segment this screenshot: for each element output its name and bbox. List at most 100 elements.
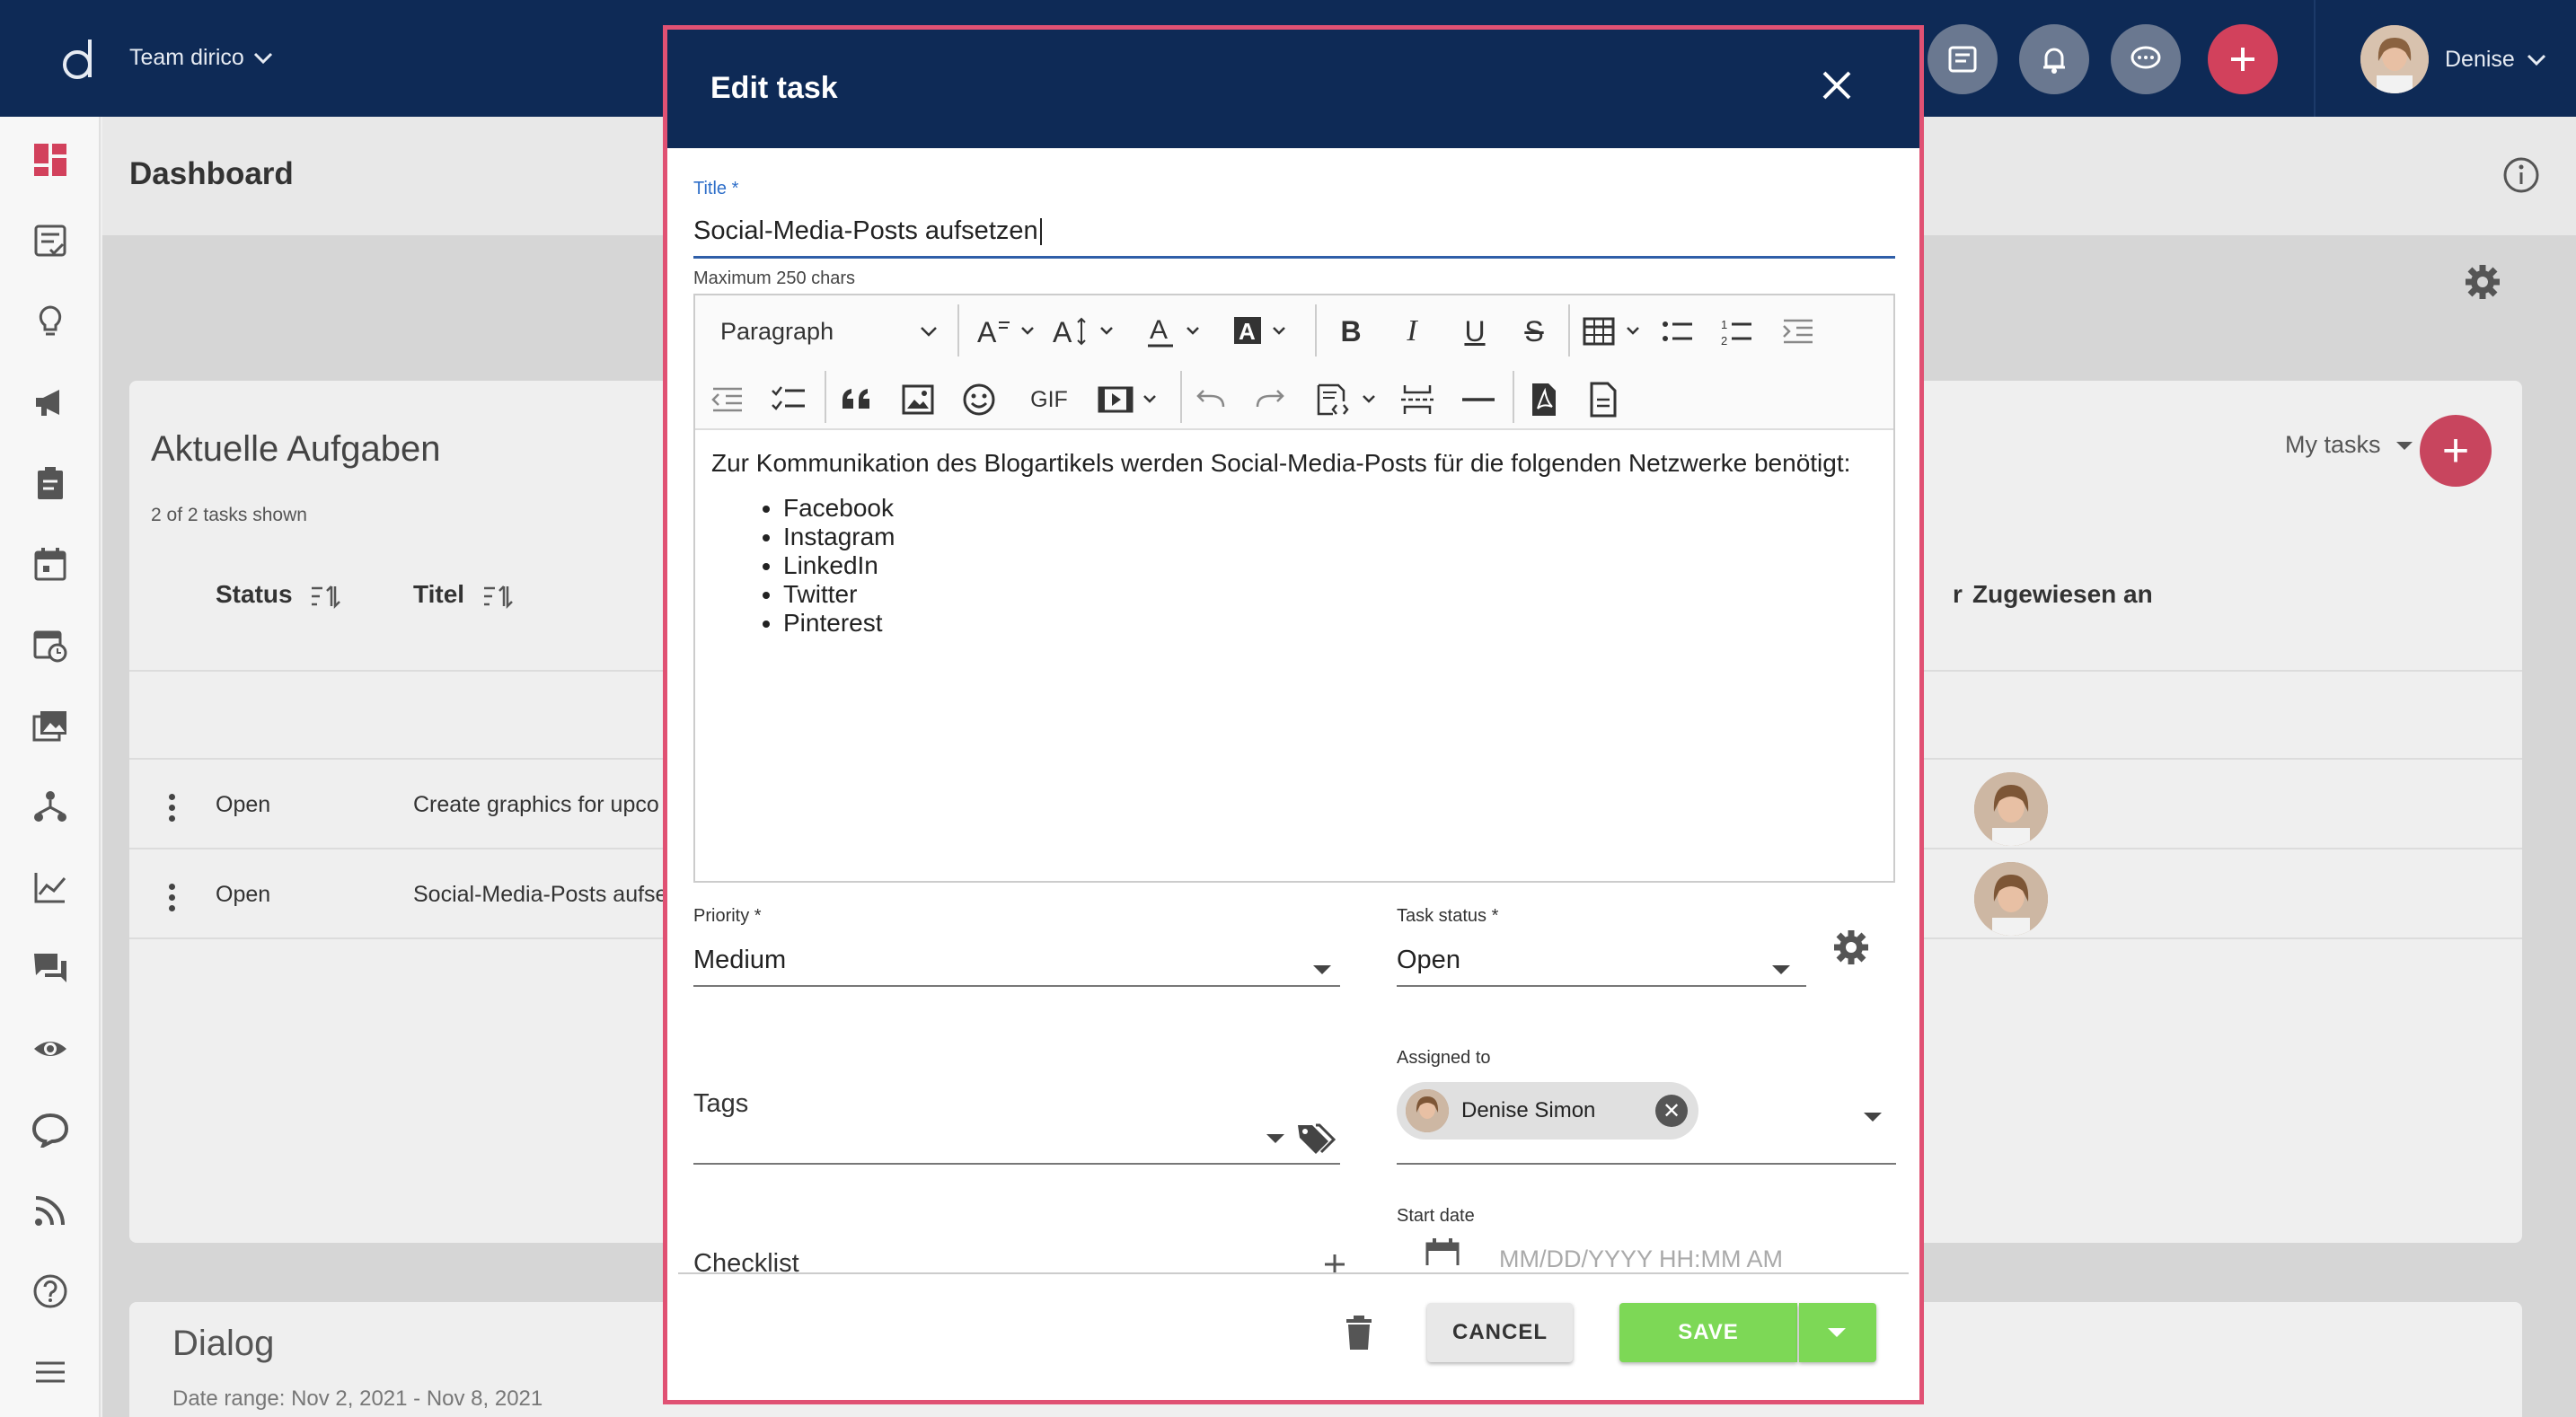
- task-filter-dropdown[interactable]: My tasks: [2285, 431, 2413, 459]
- column-header-assigned[interactable]: Zugewiesen an: [1972, 580, 2153, 609]
- table-button[interactable]: [1579, 312, 1651, 351]
- info-icon[interactable]: [2502, 156, 2540, 194]
- add-task-button[interactable]: +: [2420, 415, 2492, 487]
- row-menu-icon[interactable]: [169, 884, 176, 916]
- sidebar-item-dashboard[interactable]: [29, 138, 72, 181]
- outdent-icon[interactable]: [708, 380, 747, 419]
- title-input[interactable]: Social-Media-Posts aufsetzen: [693, 216, 1042, 246]
- dialog-header: Edit task: [667, 30, 1919, 148]
- emoji-icon[interactable]: [959, 380, 999, 419]
- sidebar-item-comments[interactable]: [29, 946, 72, 990]
- user-menu[interactable]: Denise: [2445, 47, 2546, 73]
- user-avatar[interactable]: [2360, 25, 2429, 93]
- priority-underline: [693, 985, 1340, 987]
- font-color-button[interactable]: A: [1144, 312, 1211, 351]
- font-family-button[interactable]: A: [974, 312, 1040, 351]
- task-status-select[interactable]: Open: [1397, 937, 1806, 990]
- row-status: Open: [216, 882, 271, 907]
- sidebar-item-campaigns[interactable]: [29, 381, 72, 424]
- caret-down-icon[interactable]: [1864, 1113, 1882, 1122]
- eye-icon: [34, 1042, 66, 1056]
- bulleted-list-icon[interactable]: [1658, 312, 1698, 351]
- dashboard-icon: [34, 144, 66, 176]
- sidebar-item-monitoring[interactable]: [29, 1027, 72, 1070]
- sidebar-item-media[interactable]: [29, 704, 72, 747]
- sidebar-item-schedule[interactable]: [29, 623, 72, 666]
- redo-glyph: [1256, 390, 1284, 408]
- numbered-list-icon[interactable]: 12: [1717, 312, 1757, 351]
- paragraph-format-select[interactable]: Paragraph: [702, 312, 943, 351]
- image-glyph: [902, 384, 934, 415]
- chat-button[interactable]: [2111, 24, 2181, 94]
- toolbar-separator: [957, 304, 959, 356]
- media-embed-button[interactable]: [1096, 380, 1168, 419]
- sidebar-item-ideas[interactable]: [29, 300, 72, 343]
- source-editing-button[interactable]: [1313, 380, 1385, 419]
- sidebar-item-social[interactable]: [29, 1108, 72, 1151]
- dirico-logo[interactable]: [56, 34, 106, 84]
- priority-select[interactable]: Medium: [693, 937, 1340, 990]
- gear-icon[interactable]: [2463, 262, 2502, 302]
- team-name: Team dirico: [129, 45, 244, 70]
- editor-paragraph: Zur Kommunikation des Blogartikels werde…: [711, 449, 1851, 477]
- assigned-underline: [1397, 1163, 1896, 1165]
- sidebar-item-tasks[interactable]: [29, 219, 72, 262]
- sidebar-item-clipboard[interactable]: [29, 462, 72, 505]
- sidebar-menu-toggle[interactable]: [29, 1351, 72, 1394]
- create-button[interactable]: [2208, 24, 2278, 94]
- svg-text:A: A: [977, 316, 997, 348]
- team-selector[interactable]: Team dirico: [129, 45, 273, 71]
- chevron-down-icon: [921, 327, 937, 337]
- insert-image-icon[interactable]: [898, 380, 938, 419]
- close-icon[interactable]: [1821, 69, 1853, 101]
- blockquote-icon[interactable]: [837, 380, 877, 419]
- row-title[interactable]: Create graphics for upco: [413, 792, 659, 818]
- indent-icon[interactable]: [1778, 312, 1818, 351]
- card-title: Dialog: [172, 1324, 275, 1363]
- save-options-button[interactable]: [1799, 1303, 1876, 1362]
- title-value: Social-Media-Posts aufsetzen: [693, 216, 1038, 245]
- row-title[interactable]: Social-Media-Posts aufse: [413, 882, 667, 908]
- remove-assignee-icon[interactable]: ✕: [1655, 1095, 1688, 1127]
- horizontal-line-icon[interactable]: [1459, 380, 1498, 419]
- tasks-icon-button[interactable]: [1928, 24, 1998, 94]
- sidebar-item-calendar[interactable]: [29, 542, 72, 585]
- tags-select[interactable]: Tags: [693, 1089, 1340, 1143]
- redo-icon[interactable]: [1250, 380, 1290, 419]
- trash-icon[interactable]: [1343, 1314, 1375, 1351]
- editor-content[interactable]: Zur Kommunikation des Blogartikels werde…: [711, 449, 1879, 638]
- export-word-icon[interactable]: [1583, 380, 1622, 419]
- gif-label: GIF: [1030, 386, 1068, 412]
- sidebar-item-feeds[interactable]: [29, 1189, 72, 1232]
- bold-icon[interactable]: B: [1331, 312, 1371, 351]
- cancel-button[interactable]: CANCEL: [1427, 1303, 1573, 1362]
- toolbar-separator: [1568, 304, 1570, 356]
- gear-icon[interactable]: [1831, 928, 1871, 967]
- strikethrough-icon[interactable]: S: [1514, 312, 1554, 351]
- page-break-icon[interactable]: [1398, 380, 1437, 419]
- checklist-icon: [34, 224, 66, 257]
- sidebar-item-help[interactable]: [29, 1270, 72, 1313]
- background-color-button[interactable]: A: [1231, 312, 1297, 351]
- gif-button[interactable]: GIF: [1019, 380, 1080, 419]
- notifications-button[interactable]: [2019, 24, 2089, 94]
- sidebar-item-analytics[interactable]: [29, 866, 72, 909]
- undo-icon[interactable]: [1191, 380, 1231, 419]
- list-item: Pinterest: [783, 609, 1879, 638]
- italic-icon[interactable]: I: [1392, 312, 1432, 351]
- underline-icon[interactable]: U: [1455, 312, 1495, 351]
- calendar-icon[interactable]: [1425, 1238, 1460, 1265]
- start-date-input[interactable]: MM/DD/YYYY HH:MM AM: [1499, 1242, 1858, 1269]
- font-size-button[interactable]: A: [1049, 312, 1121, 351]
- checklist-label: Checklist: [693, 1249, 799, 1278]
- column-header-partial[interactable]: r: [1953, 580, 1963, 609]
- column-header-title[interactable]: Titel: [413, 580, 513, 610]
- row-menu-icon[interactable]: [169, 794, 176, 826]
- todo-list-icon[interactable]: [769, 380, 808, 419]
- save-button[interactable]: SAVE: [1619, 1303, 1797, 1362]
- column-header-status[interactable]: Status: [216, 580, 341, 610]
- toolbar-separator: [1180, 371, 1182, 423]
- sidebar-item-workflows[interactable]: [29, 785, 72, 828]
- export-pdf-icon[interactable]: [1523, 380, 1563, 419]
- lightbulb-icon: [39, 305, 62, 336]
